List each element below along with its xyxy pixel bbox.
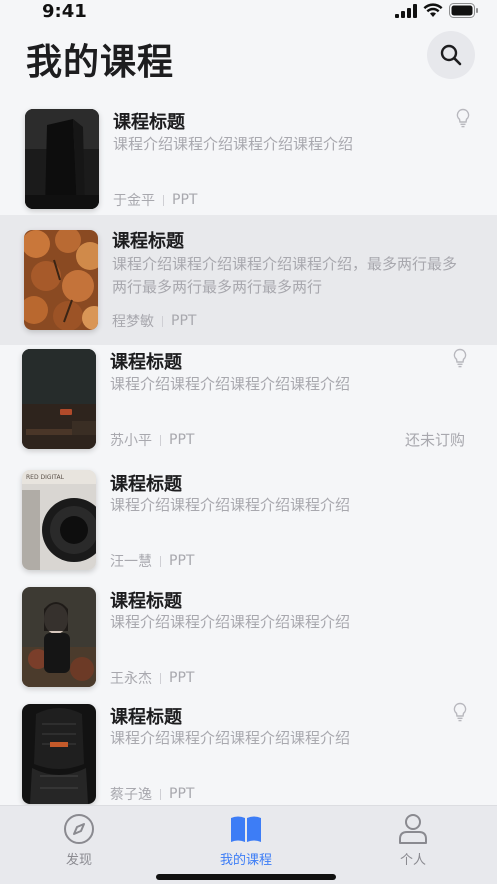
course-description: 课程介绍课程介绍课程介绍课程介绍 — [110, 729, 351, 747]
page-title: 我的课程 — [26, 42, 175, 83]
course-description: 课程介绍课程介绍课程介绍课程介绍 — [113, 135, 354, 153]
course-thumbnail — [22, 349, 96, 449]
course-row[interactable]: 课程标题 课程介绍课程介绍课程介绍课程介绍 王永杰 PPT — [0, 584, 497, 706]
tab-my-courses[interactable]: 我的课程 — [186, 812, 306, 868]
tab-label: 我的课程 — [219, 853, 272, 868]
tab-label: 个人 — [399, 853, 426, 868]
course-author: 于金平 — [113, 193, 155, 209]
course-title: 课程标题 — [110, 352, 182, 373]
course-row[interactable]: 课程标题 课程介绍课程介绍课程介绍课程介绍 蔡子逸 PPT — [0, 701, 497, 805]
tab-bar: 发现 我的课程 个人 — [0, 805, 497, 884]
course-format: PPT — [169, 553, 195, 569]
lightbulb-icon[interactable] — [455, 108, 471, 128]
status-icons — [395, 3, 479, 18]
subscription-status: 还未订购 — [405, 431, 466, 449]
course-format: PPT — [169, 786, 195, 802]
course-meta: 苏小平 PPT — [110, 430, 194, 450]
signal-icon — [395, 3, 417, 18]
course-author: 汪一慧 — [110, 554, 152, 570]
course-thumbnail — [24, 230, 98, 330]
course-author: 苏小平 — [110, 433, 152, 449]
course-title: 课程标题 — [110, 474, 182, 495]
course-thumbnail — [22, 587, 96, 687]
course-row[interactable]: RED DIGITAL 课程标题 课程介绍课程介绍课程介绍课程介绍 汪一慧 PP… — [0, 467, 497, 589]
lightbulb-icon[interactable] — [452, 348, 468, 368]
course-format: PPT — [169, 670, 195, 686]
divider — [160, 788, 161, 800]
course-description: 课程介绍课程介绍课程介绍课程介绍 — [110, 375, 351, 393]
course-format: PPT — [169, 432, 195, 448]
course-format: PPT — [172, 192, 198, 208]
course-row[interactable]: 课程标题 课程介绍课程介绍课程介绍课程介绍，最多两行最多两行最多两行最多两行最多… — [0, 215, 497, 345]
status-time: 9:41 — [42, 1, 87, 22]
course-row[interactable]: 课程标题 课程介绍课程介绍课程介绍课程介绍 于金平 PPT — [0, 98, 497, 220]
course-meta: 蔡子逸 PPT — [110, 784, 194, 804]
course-description: 课程介绍课程介绍课程介绍课程介绍 — [110, 496, 351, 514]
course-thumbnail: RED DIGITAL — [22, 470, 96, 570]
home-indicator — [156, 874, 336, 880]
tab-discover[interactable]: 发现 — [19, 812, 139, 868]
course-title: 课程标题 — [112, 231, 184, 252]
course-title: 课程标题 — [110, 707, 182, 728]
search-icon — [440, 44, 462, 66]
book-icon — [231, 816, 261, 842]
svg-text:RED DIGITAL: RED DIGITAL — [26, 474, 65, 481]
battery-icon — [449, 3, 478, 18]
compass-icon — [64, 814, 94, 844]
course-meta: 汪一慧 PPT — [110, 551, 194, 571]
tab-label: 发现 — [65, 853, 92, 868]
course-meta: 王永杰 PPT — [110, 668, 194, 688]
course-author: 蔡子逸 — [110, 787, 152, 803]
course-meta: 于金平 PPT — [113, 190, 197, 210]
divider — [160, 555, 161, 567]
course-title: 课程标题 — [113, 112, 185, 133]
search-button[interactable] — [427, 31, 475, 79]
course-description: 课程介绍课程介绍课程介绍课程介绍 — [110, 613, 351, 631]
course-row[interactable]: 课程标题 课程介绍课程介绍课程介绍课程介绍 苏小平 PPT 还未订购 — [0, 346, 497, 468]
course-description: 课程介绍课程介绍课程介绍课程介绍，最多两行最多两行最多两行最多两行最多两行 — [112, 255, 458, 296]
course-format: PPT — [171, 313, 197, 329]
lightbulb-icon[interactable] — [452, 702, 468, 722]
course-title: 课程标题 — [110, 591, 182, 612]
course-thumbnail — [25, 109, 99, 209]
wifi-icon — [423, 3, 443, 17]
course-author: 王永杰 — [110, 671, 152, 687]
person-icon — [399, 814, 427, 844]
divider — [163, 194, 164, 206]
divider — [162, 315, 163, 327]
course-author: 程梦敏 — [112, 314, 154, 330]
status-bar: 9:41 — [0, 0, 497, 24]
tab-profile[interactable]: 个人 — [353, 812, 473, 868]
course-thumbnail — [22, 704, 96, 804]
divider — [160, 434, 161, 446]
divider — [160, 672, 161, 684]
course-meta: 程梦敏 PPT — [112, 311, 196, 331]
